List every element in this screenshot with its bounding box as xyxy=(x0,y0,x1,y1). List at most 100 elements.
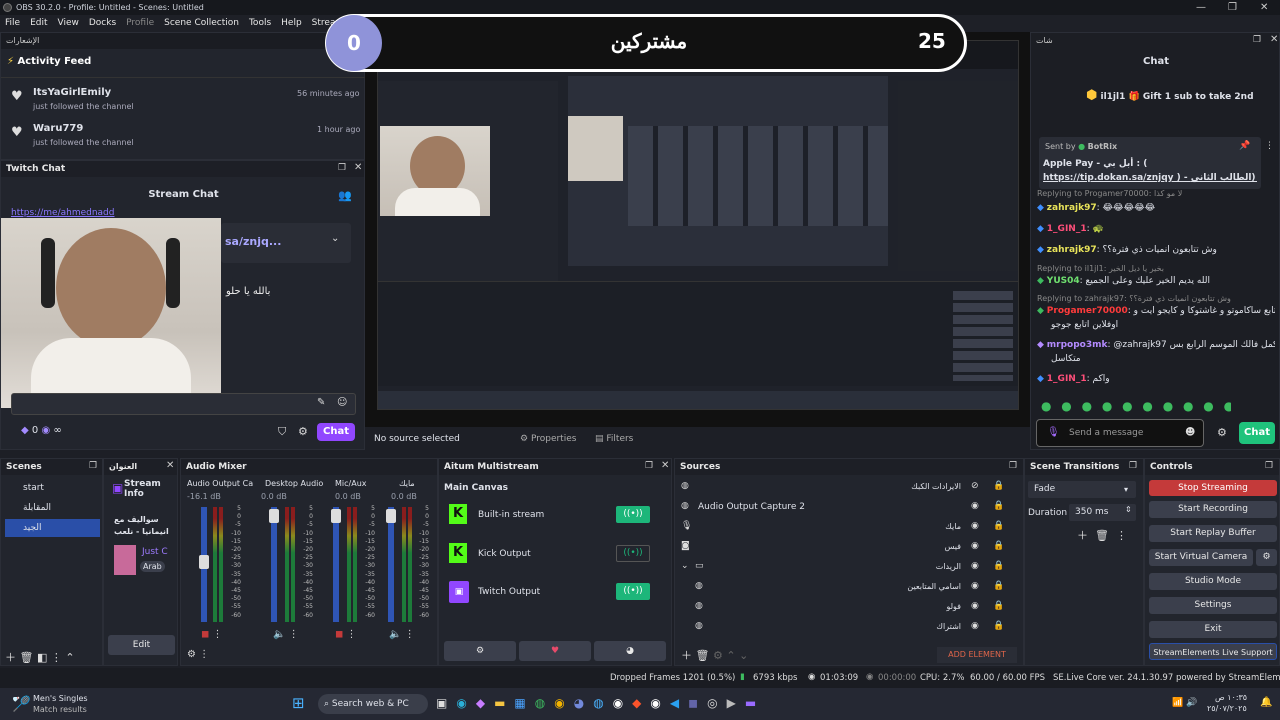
more-icon[interactable]: ⋮ xyxy=(213,629,223,640)
close-icon[interactable]: ✕ xyxy=(1260,0,1268,15)
gear-icon[interactable]: ⚙ xyxy=(298,425,308,438)
close-icon[interactable]: ✕ xyxy=(354,162,362,173)
more-icon[interactable]: ⋮ xyxy=(51,651,62,664)
lock-icon[interactable]: 🔒 xyxy=(993,581,1004,591)
taskbar-search[interactable]: ⌕ Search web & PC xyxy=(318,694,428,714)
float-icon[interactable]: ❐ xyxy=(1253,35,1261,45)
eye-icon[interactable]: ◉ xyxy=(971,541,979,551)
more-icon[interactable]: ⋮ xyxy=(347,629,357,640)
volume-fader[interactable] xyxy=(388,507,394,622)
minimize-icon[interactable]: — xyxy=(1196,0,1206,15)
trash-icon[interactable]: 🗑 xyxy=(20,651,34,664)
lock-icon[interactable]: 🔒 xyxy=(993,501,1004,511)
menu-docks[interactable]: Docks xyxy=(84,15,121,32)
mic-icon[interactable]: 🎙 xyxy=(1047,427,1060,438)
clock-time[interactable]: ١٠:٣٥ ص xyxy=(1215,693,1247,702)
float-icon[interactable]: ❐ xyxy=(1009,461,1017,471)
transition-select[interactable]: Fade ▾ xyxy=(1028,481,1136,498)
stop-streaming-button[interactable]: Stop Streaming xyxy=(1149,480,1277,496)
filters-button[interactable]: ▤ Filters xyxy=(595,434,633,444)
pin-icon[interactable]: 📌 xyxy=(1239,141,1250,151)
volume-fader[interactable] xyxy=(271,507,277,622)
multistream-donate-button[interactable]: ♥ xyxy=(519,641,591,661)
gear-icon[interactable]: ⚙ xyxy=(1217,426,1227,439)
settings-button[interactable]: Settings xyxy=(1149,597,1277,614)
add-icon[interactable]: ＋ xyxy=(681,649,692,662)
more-icon[interactable]: ⋮ xyxy=(405,629,415,640)
start-replay-buffer-button[interactable]: Start Replay Buffer xyxy=(1149,525,1277,542)
eye-icon[interactable]: ◉ xyxy=(971,621,979,631)
chat-message-input[interactable]: 🎙 Send a message ☻ xyxy=(1036,419,1204,447)
emote-icon[interactable]: ☺ xyxy=(337,397,347,408)
fader-handle[interactable] xyxy=(331,509,341,523)
more-icon[interactable]: ⋮ xyxy=(199,649,209,660)
chat-link[interactable]: https://me/ahmednadd xyxy=(11,208,356,218)
eye-icon[interactable]: ◉ xyxy=(971,561,979,571)
start-virtual-camera-button[interactable]: Start Virtual Camera xyxy=(1149,549,1253,566)
eye-icon[interactable]: ◉ xyxy=(971,601,979,611)
float-icon[interactable]: ❐ xyxy=(89,461,97,471)
multistream-settings-button[interactable]: ⚙ xyxy=(444,641,516,661)
float-icon[interactable]: ❐ xyxy=(645,461,653,471)
streamelements-support-button[interactable]: StreamElements Live Support xyxy=(1149,643,1277,660)
fader-handle[interactable] xyxy=(386,509,396,523)
sports-icon[interactable]: 🏸 xyxy=(12,695,31,713)
more-icon[interactable]: ⋮ xyxy=(1116,529,1127,542)
scene-item[interactable]: المقابلة xyxy=(5,499,100,517)
lock-icon[interactable]: 🔒 xyxy=(993,601,1004,611)
lock-icon[interactable]: 🔒 xyxy=(993,521,1004,531)
widget-title[interactable]: Men's Singles xyxy=(33,694,88,703)
stepper-icon[interactable]: ⇕ xyxy=(1125,501,1132,518)
scene-item-selected[interactable]: الجيد xyxy=(5,519,100,537)
source-item[interactable]: ⌄ ▭ الريدات ◉ 🔒 xyxy=(681,559,1016,577)
menu-help[interactable]: Help xyxy=(276,15,307,32)
fader-handle[interactable] xyxy=(269,509,279,523)
start-recording-button[interactable]: Start Recording xyxy=(1149,501,1277,518)
gear-icon[interactable]: ⚙ xyxy=(713,649,723,662)
menu-file[interactable]: File xyxy=(0,15,25,32)
lock-icon[interactable]: 🔒 xyxy=(993,481,1004,491)
more-icon[interactable]: ⋮ xyxy=(289,629,299,640)
chevron-down-icon[interactable]: ⌄ xyxy=(739,649,748,662)
eye-icon[interactable]: ◉ xyxy=(971,501,979,511)
edit-button[interactable]: Edit xyxy=(108,635,175,655)
fader-handle[interactable] xyxy=(199,555,209,569)
output-toggle[interactable]: ((•)) xyxy=(616,545,650,562)
menu-scene-collection[interactable]: Scene Collection xyxy=(159,15,244,32)
notification-icon[interactable]: 🔔 xyxy=(1260,697,1272,708)
output-toggle-active[interactable]: ((•)) xyxy=(616,506,650,523)
menu-view[interactable]: View xyxy=(53,15,84,32)
chat-input[interactable]: ✎ ☺ xyxy=(11,393,356,415)
trash-icon[interactable]: 🗑 xyxy=(1095,529,1109,542)
menu-tools[interactable]: Tools xyxy=(244,15,276,32)
chevron-down-icon[interactable]: ⌄ xyxy=(681,561,689,571)
volume-fader[interactable] xyxy=(333,507,339,622)
bits-icon[interactable]: ✎ xyxy=(317,397,325,408)
lock-icon[interactable]: 🔒 xyxy=(993,561,1004,571)
gear-icon[interactable]: ⚙ xyxy=(187,649,196,660)
source-item[interactable]: ◍ الايرادات الكبك ⊘ 🔒 xyxy=(681,479,1016,497)
source-item[interactable]: ◙ فيس ◉ 🔒 xyxy=(681,539,1016,557)
trash-icon[interactable]: 🗑 xyxy=(696,649,710,662)
close-icon[interactable]: ✕ xyxy=(661,460,669,471)
preview-canvas[interactable]: 0 مشتركين 25 xyxy=(325,14,1030,427)
pinned-line-2[interactable]: https://tip.dokan.sa/znjqy ) - رابط الدع… xyxy=(1043,173,1257,183)
studio-mode-button[interactable]: Studio Mode xyxy=(1149,573,1277,590)
add-icon[interactable]: ＋ xyxy=(1077,529,1088,542)
shield-icon[interactable]: ⛉ xyxy=(278,425,286,439)
add-element-button[interactable]: ADD ELEMENT xyxy=(937,647,1017,663)
emote-icon[interactable]: ☻ xyxy=(1185,427,1195,438)
speaker-icon[interactable]: 🔈 xyxy=(389,629,401,640)
users-icon[interactable]: 👥 xyxy=(338,189,352,202)
more-icon[interactable]: ⋮ xyxy=(1265,141,1274,151)
chat-send-button[interactable]: Chat xyxy=(1239,422,1275,444)
menu-profile[interactable]: Profile xyxy=(121,15,159,32)
network-icon[interactable]: 📶 🔊 xyxy=(1172,698,1197,708)
chevron-down-icon[interactable]: ⌄ xyxy=(331,233,339,244)
multistream-discord-button[interactable]: ◕ xyxy=(594,641,666,661)
add-icon[interactable]: ＋ xyxy=(5,651,16,664)
exit-button[interactable]: Exit xyxy=(1149,621,1277,638)
output-toggle-active[interactable]: ((•)) xyxy=(616,583,650,600)
lock-icon[interactable]: 🔒 xyxy=(993,541,1004,551)
eye-icon[interactable]: ◉ xyxy=(971,521,979,531)
